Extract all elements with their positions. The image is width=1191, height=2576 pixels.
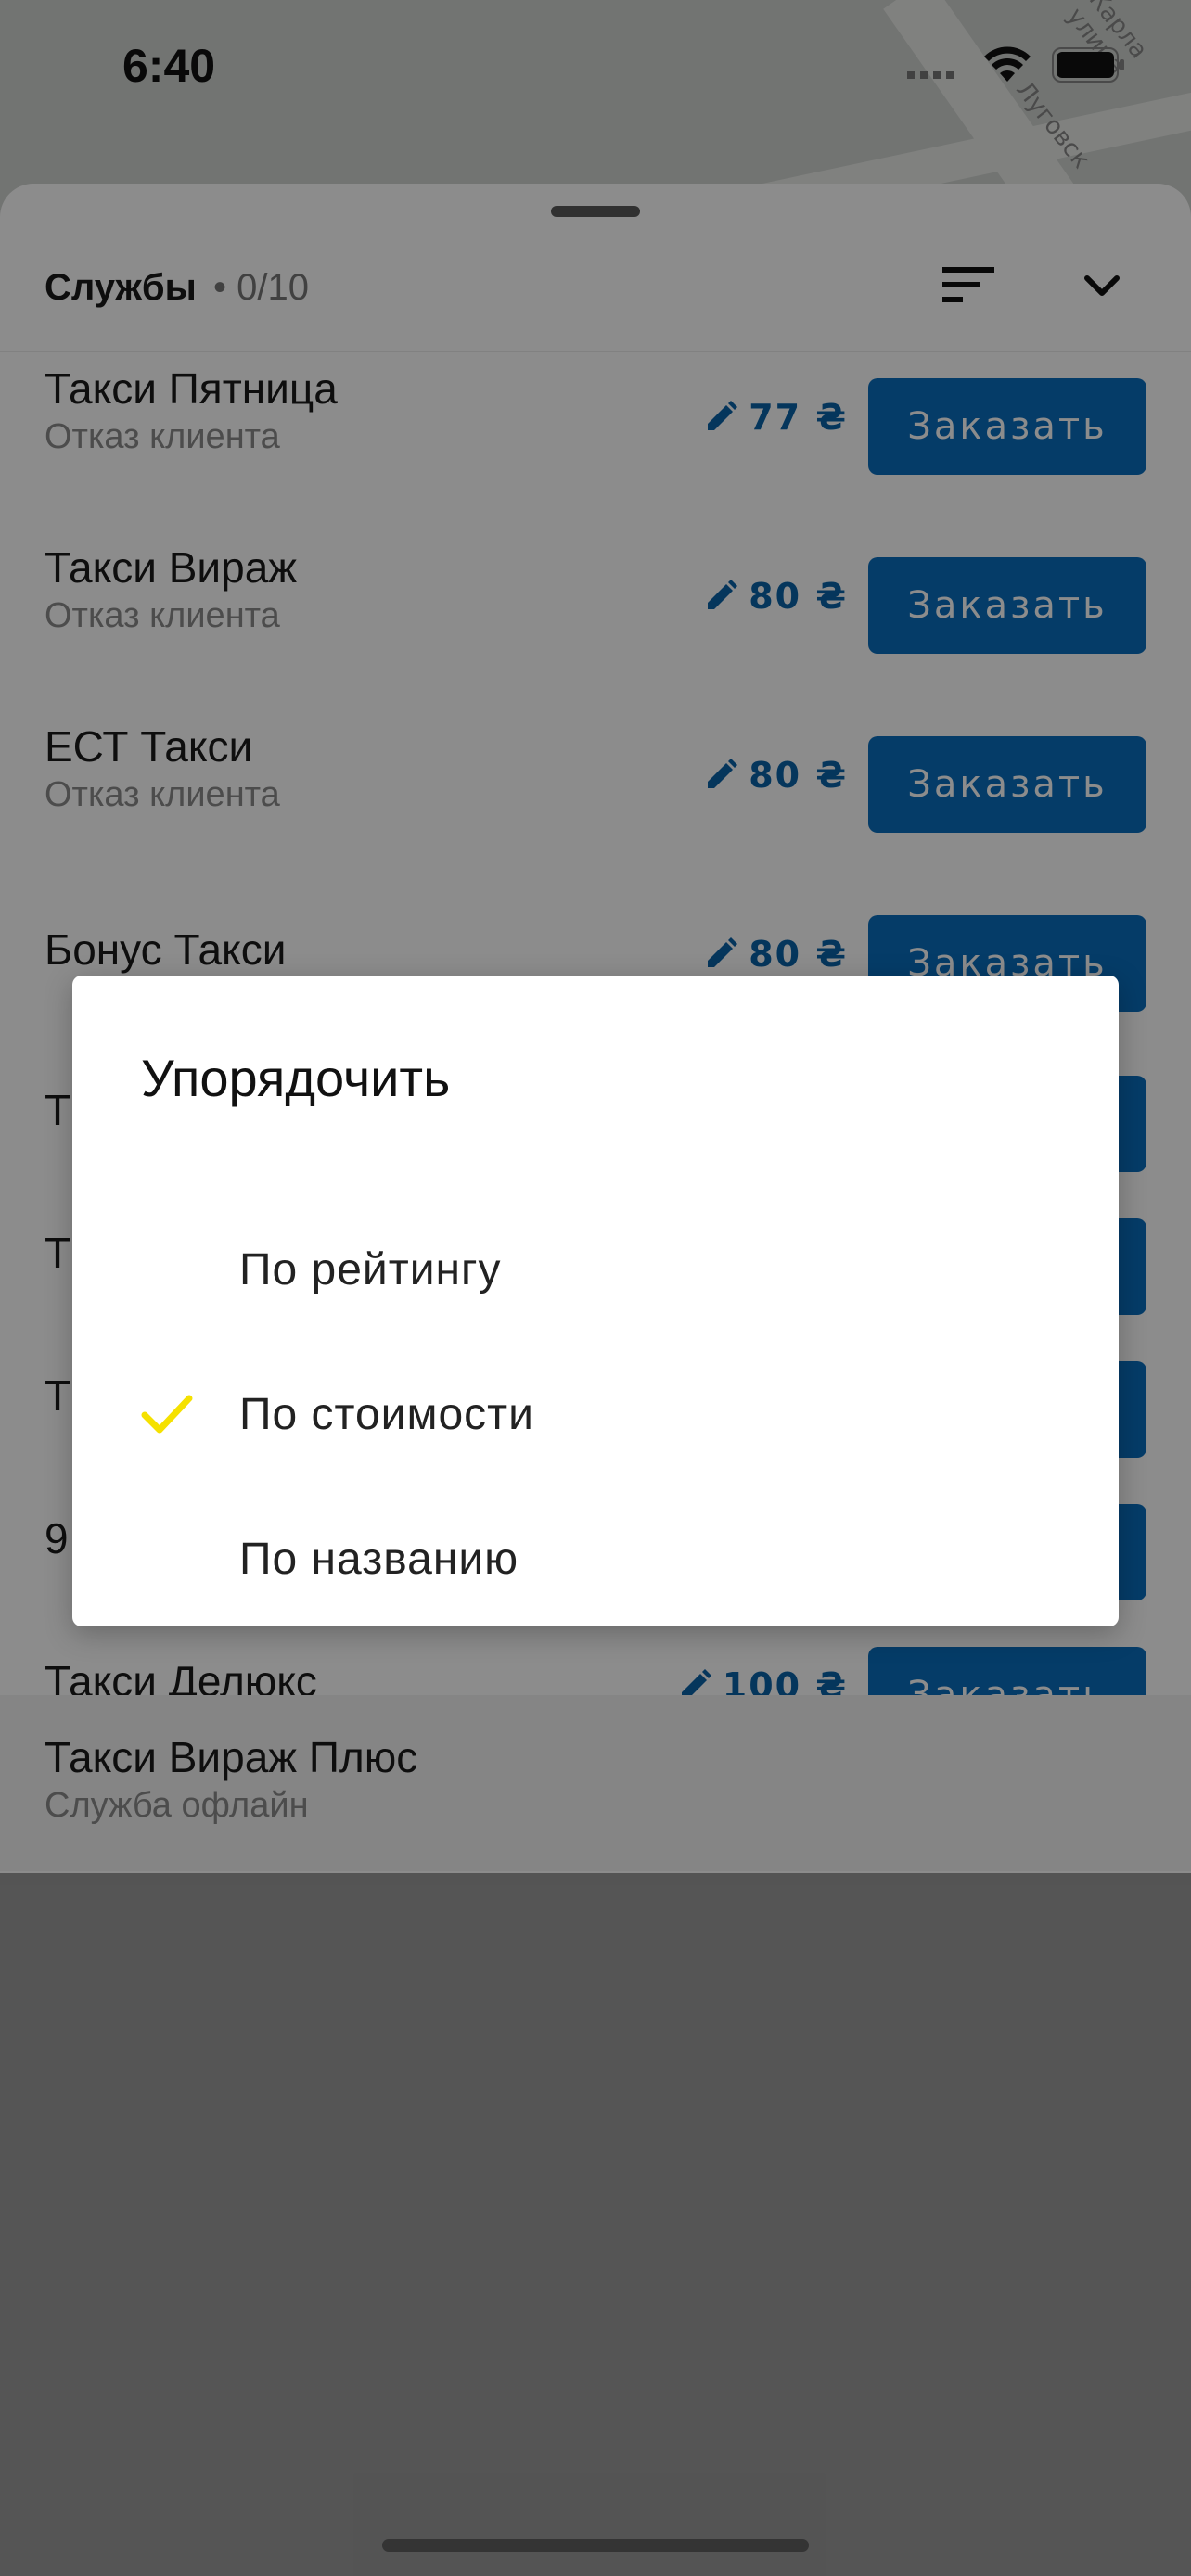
option-label: По названию <box>239 1535 519 1584</box>
sort-option-rating[interactable]: По рейтингу <box>72 1198 1119 1343</box>
dialog-title: Упорядочить <box>141 1049 451 1107</box>
sort-dialog: Упорядочить По рейтингу По стоимости По … <box>72 976 1119 1626</box>
sort-option-name[interactable]: По названию <box>72 1487 1119 1632</box>
home-indicator <box>382 2539 809 2552</box>
sort-option-price[interactable]: По стоимости <box>72 1343 1119 1487</box>
option-label: По рейтингу <box>239 1245 502 1294</box>
check-icon <box>141 1395 193 1434</box>
option-label: По стоимости <box>239 1390 534 1439</box>
